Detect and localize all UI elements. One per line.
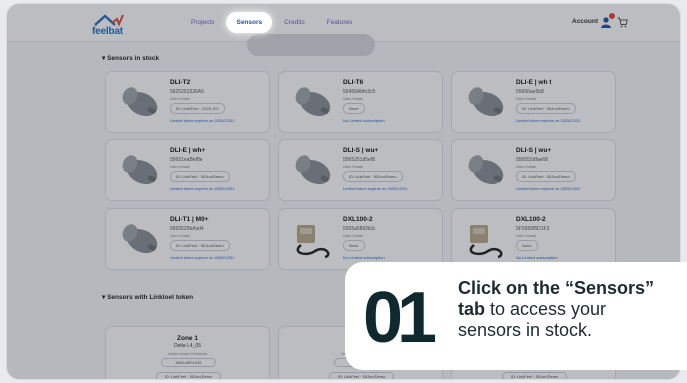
notification-badge bbox=[609, 13, 615, 19]
section-title-linked-label: Sensors with Linkloel token bbox=[107, 294, 194, 301]
sensor-plug-image bbox=[118, 82, 162, 122]
zone-card[interactable]: Zone 1 Delta L4_05 Linked sensor Pointclou… bbox=[105, 326, 270, 379]
sensor-serial: 5565a5fbDb3c bbox=[343, 226, 376, 232]
sensor-name: DLI-T6 bbox=[343, 79, 364, 86]
sensor-name: DLI-T1 | M0+ bbox=[170, 216, 209, 223]
sensor-card[interactable]: DLI-S | wu+ 556552dfae68 Date d'install ID:… bbox=[451, 139, 616, 201]
sensor-serial: 5625251536A5 bbox=[170, 89, 204, 95]
sensor-subscription-pill[interactable]: ID: LinkFeel · 55Jun/Demo bbox=[170, 171, 230, 182]
sensor-plug-image bbox=[118, 150, 162, 190]
sensor-subscription-pill[interactable]: ID: LinkFeel · 55Jun/Demo bbox=[170, 240, 230, 251]
sensor-date-label: Date d'install bbox=[170, 165, 190, 169]
sensor-subscription-pill[interactable]: ID: LinkFeel · 55Jun/Demo bbox=[516, 171, 576, 182]
section-title-linked: ▾ Sensors with Linkloel token bbox=[102, 294, 194, 301]
sensor-name: DXL100-2 bbox=[516, 216, 546, 223]
sensor-subscription-pill[interactable]: None bbox=[516, 240, 538, 251]
sensor-token-link[interactable]: Limited token expires on 2025/12/31 bbox=[516, 186, 581, 191]
sensor-card[interactable]: DLI-T1 | M0+ 5565525bAsd4 Date d'install ID… bbox=[105, 208, 270, 270]
tab-credits[interactable]: Credits bbox=[278, 16, 311, 29]
instruction-line1: Click on the “Sensors” bbox=[458, 278, 655, 298]
section-title-in-stock-label: Sensors in stock bbox=[107, 55, 160, 62]
sensor-token-link[interactable]: Limited token expires on 2025/12/31 bbox=[170, 255, 235, 260]
section-title-in-stock: ▾ Sensors in stock bbox=[102, 55, 160, 62]
sensor-token-link[interactable]: Limited token expires on 2025/12/31 bbox=[343, 186, 408, 191]
sensor-date-label: Date d'install bbox=[343, 165, 363, 169]
sensor-card[interactable]: DLI-T6 55456Abfe2c5 Date d'install None No L… bbox=[278, 71, 443, 133]
sensor-subscription-pill[interactable]: ID: LinkFeel · 55Jun/Demo bbox=[343, 171, 403, 182]
sensor-token-link[interactable]: Limited token expires on 2025/12/31 bbox=[170, 118, 235, 123]
sensor-serial: 556552dfae68 bbox=[516, 157, 548, 163]
sensor-box-image bbox=[291, 219, 335, 259]
sensor-subscription-pill[interactable]: ID: LinkFeel · 55Jun/Demo bbox=[516, 103, 576, 114]
sensor-name: DLI-T2 bbox=[170, 79, 191, 86]
zone-subscription-pill[interactable]: ID: LinkFeel · 55Jun/Demo bbox=[329, 372, 394, 379]
sensor-date-label: Date d'install bbox=[516, 234, 536, 238]
instruction-line2-rest: to access your bbox=[485, 299, 607, 319]
sensor-subscription-pill[interactable]: ID: Link/Feel · 2025.101 bbox=[170, 103, 225, 114]
cart-icon[interactable] bbox=[617, 17, 628, 28]
tab-features[interactable]: Features bbox=[321, 16, 359, 29]
sensor-name: DLI-E | wh+ bbox=[170, 147, 206, 154]
sensor-plug-image bbox=[291, 150, 335, 190]
instruction-text: Click on the “Sensors” tab to access you… bbox=[458, 278, 687, 341]
zone-title: Zone 1 bbox=[177, 335, 198, 342]
logo-text: feelbat bbox=[92, 26, 123, 37]
instruction-line2-bold: tab bbox=[458, 299, 485, 319]
sensor-plug-image bbox=[118, 219, 162, 259]
sensor-date-label: Date d'install bbox=[343, 234, 363, 238]
sensor-date-label: Date d'install bbox=[516, 165, 536, 169]
sensor-subscription-pill[interactable]: None bbox=[343, 240, 365, 251]
sensor-serial: 55656ae5b8 bbox=[516, 89, 544, 95]
main-nav: Projects Sensors Credits Features bbox=[185, 16, 358, 29]
zone-subscription-pill[interactable]: ID: LinkFeel · 55Jun/Demo bbox=[156, 372, 221, 379]
sensor-token-link[interactable]: No Limited subscription bbox=[516, 255, 558, 260]
sensor-date-label: Date d'install bbox=[170, 234, 190, 238]
sensor-card[interactable]: DLI-E | wh+ 55651eaBef8e Date d'install ID:… bbox=[105, 139, 270, 201]
sensor-serial: 55456Abfe2c5 bbox=[343, 89, 376, 95]
sensor-name: DLI-S | wu+ bbox=[516, 147, 552, 154]
sensor-date-label: Date d'install bbox=[170, 97, 190, 101]
sensor-serial: 5F5656f5D1F3 bbox=[516, 226, 550, 232]
sensor-plug-image bbox=[291, 82, 335, 122]
sensor-date-label: Date d'install bbox=[343, 97, 363, 101]
sensor-token-link[interactable]: Limited token expires on 2025/12/31 bbox=[516, 118, 581, 123]
sensor-card[interactable]: DXL100-2 5565a5fbDb3c Date d'install None No… bbox=[278, 208, 443, 270]
sensor-name: DXL100-2 bbox=[343, 216, 373, 223]
sensor-subscription-pill[interactable]: None bbox=[343, 103, 365, 114]
account-label[interactable]: Account bbox=[572, 18, 598, 25]
sensor-date-label: Date d'install bbox=[516, 97, 536, 101]
tab-projects[interactable]: Projects bbox=[185, 16, 220, 29]
sensor-token-link[interactable]: No Limited subscription bbox=[343, 255, 385, 260]
sensor-token-link[interactable]: No Limited subscription bbox=[343, 118, 385, 123]
sensor-card[interactable]: DLI-T2 5625251536A5 Date d'install ID: Link… bbox=[105, 71, 270, 133]
zone-sensor-value[interactable]: 5651d5Ff1d19 bbox=[161, 358, 216, 367]
instruction-line3: sensors in stock. bbox=[458, 320, 593, 340]
sensor-serial: 5565525bAsd4 bbox=[170, 226, 204, 232]
sensor-plug-image bbox=[464, 82, 508, 122]
step-number: 01 bbox=[363, 278, 437, 358]
sensor-card[interactable]: DLI-S | wu+ 5565251d5ef8 Date d'install ID:… bbox=[278, 139, 443, 201]
sensor-box-image bbox=[464, 219, 508, 259]
sensor-plug-image bbox=[464, 150, 508, 190]
sensor-token-link[interactable]: Limited token expires on 2025/12/31 bbox=[170, 186, 235, 191]
sensor-name: DLI-E | wh t bbox=[516, 79, 552, 86]
zone-subtitle: Delta L4_05 bbox=[174, 343, 201, 349]
sensor-name: DLI-S | wu+ bbox=[343, 147, 379, 154]
sensor-card[interactable]: DXL100-2 5F5656f5D1F3 Date d'install None No… bbox=[451, 208, 616, 270]
sensor-card[interactable]: DLI-E | wh t 55656ae5b8 Date d'install ID: … bbox=[451, 71, 616, 133]
instruction-callout: 01 Click on the “Sensors” tab to access … bbox=[345, 262, 687, 370]
zone-subscription-pill[interactable]: ID: LinkFeel · 55Jun/Demo bbox=[502, 372, 567, 379]
sensor-serial: 5565251d5ef8 bbox=[343, 157, 375, 163]
search-bar[interactable] bbox=[247, 34, 375, 56]
sensor-serial: 55651eaBef8e bbox=[170, 157, 203, 163]
tab-sensors[interactable]: Sensors bbox=[230, 16, 269, 29]
zone-label: Linked sensor Pointcloud bbox=[167, 352, 208, 356]
